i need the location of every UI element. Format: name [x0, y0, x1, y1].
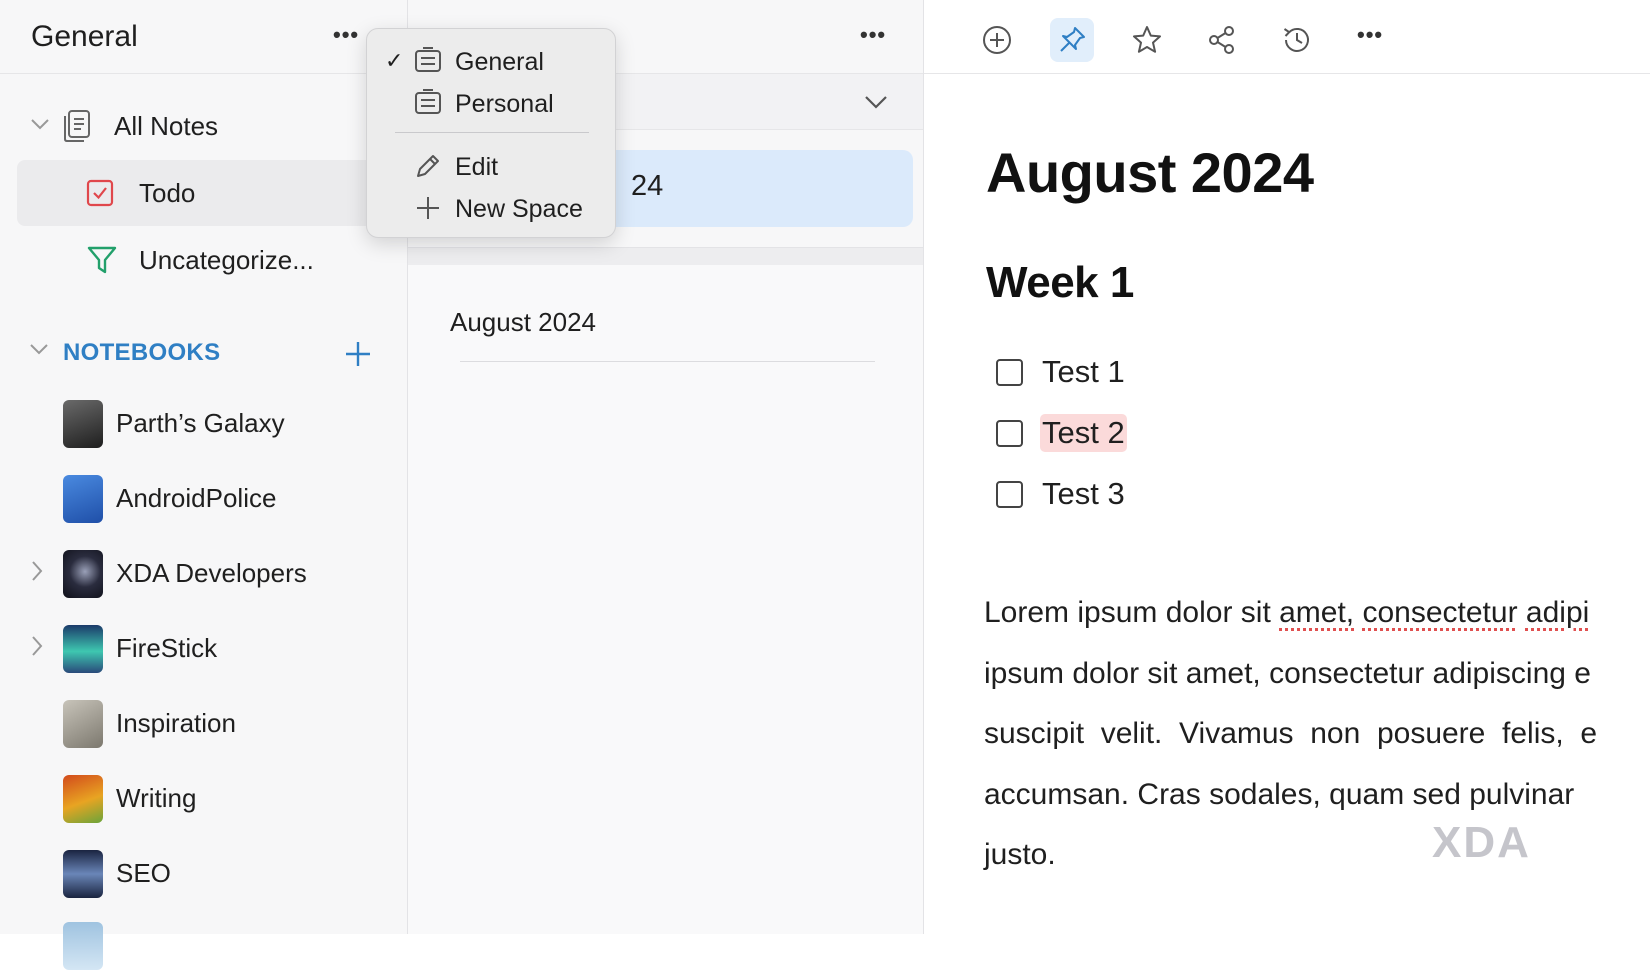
notebook-label: Writing [116, 783, 197, 813]
notebook-thumbnail[interactable] [63, 922, 103, 970]
notebook-thumbnail [63, 475, 103, 523]
menu-item-personal[interactable]: Personal [367, 84, 615, 122]
watermark-logo: XDA [1432, 818, 1531, 867]
menu-item-label: General [455, 48, 544, 76]
share-button[interactable] [1200, 18, 1244, 62]
notebook-item[interactable]: XDA Developers [0, 544, 407, 604]
pin-icon [1060, 27, 1085, 52]
space-more-button[interactable]: ••• [333, 22, 359, 48]
note-title[interactable]: August 2024 [986, 140, 1314, 205]
todo-item: Test 1 [996, 353, 1596, 393]
share-icon [1209, 26, 1234, 54]
notebook-thumbnail [63, 400, 103, 448]
pin-button[interactable] [1050, 18, 1094, 62]
notebook-thumbnail [63, 850, 103, 898]
nav-all-notes[interactable]: All Notes [17, 93, 387, 159]
notebook-label: FireStick [116, 633, 218, 663]
notebook-thumbnail [63, 550, 103, 598]
chevron-right-icon[interactable] [30, 560, 44, 582]
misspelled-word: consectetur [1362, 596, 1518, 629]
todo-item: Test 2 [996, 414, 1596, 454]
history-button[interactable] [1275, 18, 1319, 62]
menu-item-new-space[interactable]: New Space [367, 189, 615, 227]
space-icon [415, 89, 441, 114]
space-icon [415, 47, 441, 72]
notebook-thumbnail [63, 625, 103, 673]
paragraph-line: accumsan. Cras sodales, quam sed pulvina… [984, 777, 1575, 811]
plus-circle-icon [983, 26, 1011, 54]
note-list-item[interactable]: August 2024 [408, 265, 923, 934]
misspelled-word: adipi [1525, 596, 1590, 629]
editor-toolbar: ••• [924, 0, 1650, 74]
paragraph-line: Lorem ipsum dolor sit amet, consectetur … [984, 583, 1650, 644]
space-menu: ✓ General Personal Edit New Space [366, 28, 616, 238]
notebook-item[interactable]: FireStick [0, 619, 407, 679]
check-icon: ✓ [385, 48, 404, 73]
todo-checkbox[interactable] [996, 359, 1023, 386]
notebooks-header[interactable]: NOTEBOOKS [63, 339, 220, 367]
plus-icon [417, 197, 439, 219]
notebook-label: Parth’s Galaxy [116, 408, 285, 438]
chevron-down-icon[interactable] [864, 94, 888, 110]
history-icon [1283, 27, 1309, 52]
nav-label: All Notes [114, 111, 219, 141]
todo-text[interactable]: Test 2 [1040, 414, 1127, 452]
pencil-icon [417, 155, 439, 177]
nav-label: Uncategorize... [139, 245, 314, 275]
text-run: Lorem ipsum dolor sit [984, 596, 1280, 629]
nav-label: Todo [139, 178, 196, 208]
nav-uncategorized[interactable]: Uncategorize... [17, 227, 387, 293]
todo-text[interactable]: Test 1 [1040, 353, 1127, 391]
sidebar: General ••• All Notes Todo Uncategorize.… [0, 0, 408, 970]
paragraph-line: suscipit velit. Vivamus non posuere feli… [984, 717, 1598, 750]
nav-todo[interactable]: Todo [17, 160, 387, 226]
sidebar-header: General ••• [0, 0, 407, 74]
filter-icon [87, 246, 117, 274]
notes-icon [64, 110, 90, 142]
paragraph-line: ipsum dolor sit amet, consectetur adipis… [984, 656, 1591, 690]
notebook-thumbnail [63, 700, 103, 748]
menu-item-edit[interactable]: Edit [367, 147, 615, 185]
note-paragraph[interactable]: Lorem ipsum dolor sit amet, consectetur … [984, 583, 1650, 886]
add-notebook-icon[interactable] [344, 340, 372, 368]
add-note-button[interactable] [975, 18, 1019, 62]
note-heading[interactable]: Week 1 [986, 258, 1134, 308]
note-title: August 2024 [450, 307, 597, 337]
notebook-item[interactable]: Parth’s Galaxy [0, 394, 407, 454]
chevron-down-icon[interactable] [29, 342, 49, 356]
notebook-label: SEO [116, 858, 171, 888]
menu-item-label: Edit [455, 153, 499, 181]
notebook-label: XDA Developers [116, 558, 307, 588]
notebook-label: AndroidPolice [116, 483, 277, 513]
notebook-item[interactable]: SEO [0, 844, 407, 904]
chevron-down-icon[interactable] [30, 117, 50, 131]
menu-item-label: Personal [455, 90, 554, 118]
chevron-right-icon[interactable] [30, 635, 44, 657]
note-separator [460, 361, 875, 362]
notebook-item[interactable]: AndroidPolice [0, 469, 407, 529]
misspelled-word: amet, [1279, 596, 1355, 629]
todo-item: Test 3 [996, 475, 1596, 515]
menu-item-label: New Space [455, 195, 583, 223]
paragraph-line: justo. [984, 838, 1056, 871]
list-more-button[interactable]: ••• [860, 22, 886, 48]
todo-text[interactable]: Test 3 [1040, 475, 1127, 513]
notebook-thumbnail [63, 775, 103, 823]
menu-separator [395, 132, 589, 133]
editor-more-button[interactable]: ••• [1357, 22, 1383, 48]
notebook-item[interactable]: Inspiration [0, 694, 407, 754]
favorite-button[interactable] [1125, 18, 1169, 62]
selected-note-title: 24 [631, 170, 664, 202]
menu-item-general[interactable]: ✓ General [367, 42, 615, 80]
star-icon [1133, 26, 1161, 53]
space-title[interactable]: General [31, 20, 138, 54]
list-divider [408, 247, 923, 266]
todo-checkbox[interactable] [996, 481, 1023, 508]
editor-pane: ••• August 2024 Week 1 Test 1 Test 2 Tes… [924, 0, 1650, 934]
text-run [1518, 596, 1526, 629]
checkbox-icon [86, 179, 114, 207]
notebook-label: Inspiration [116, 708, 236, 738]
todo-checkbox[interactable] [996, 420, 1023, 447]
notebook-item[interactable]: Writing [0, 769, 407, 829]
